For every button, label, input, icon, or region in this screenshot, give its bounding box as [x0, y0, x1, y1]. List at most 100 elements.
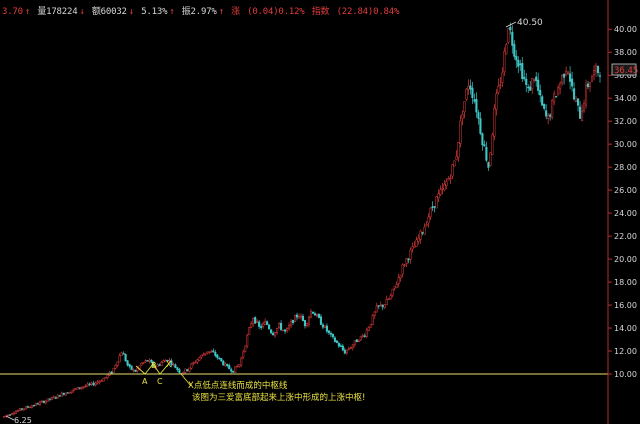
- candle-body: [321, 324, 324, 328]
- candle-body: [120, 352, 123, 357]
- candle-body: [112, 367, 115, 373]
- candle-body: [198, 357, 201, 361]
- candle-body: [218, 357, 221, 360]
- candle-body: [8, 414, 12, 416]
- high-annotation: 40.50: [505, 18, 543, 28]
- candle-body: [363, 335, 366, 337]
- candle-body: [475, 99, 478, 113]
- candle-body: [210, 351, 213, 353]
- candle-body: [469, 85, 472, 90]
- candle-body: [465, 88, 468, 100]
- candle-body: [228, 365, 231, 370]
- candle-body: [594, 65, 598, 72]
- candle-body: [479, 118, 482, 134]
- candle-body: [48, 398, 51, 400]
- candle-body: [423, 226, 426, 235]
- candle-body: [122, 353, 125, 355]
- candle-body: [529, 86, 532, 91]
- y-tick-label: 38.00: [614, 48, 637, 57]
- candle-body: [293, 315, 297, 323]
- candle-body: [559, 83, 562, 90]
- candle-body: [485, 146, 488, 161]
- candle-body: [126, 360, 129, 366]
- candle-body: [258, 321, 261, 327]
- candle-body: [72, 388, 75, 392]
- candle-body: [483, 144, 486, 147]
- candle-body: [441, 188, 444, 190]
- candle-body: [497, 85, 500, 93]
- candle-body: [82, 386, 85, 388]
- y-tick-label: 40.00: [614, 25, 637, 34]
- candle-body: [42, 400, 45, 403]
- candle-body: [246, 335, 249, 347]
- candle-body: [289, 320, 293, 326]
- candle-body: [200, 354, 203, 358]
- candle-body: [525, 78, 528, 85]
- y-axis: 10.00 12.00 14.00 16.00 18.00 20.00 22.00 24.00…: [608, 25, 637, 379]
- candle-body: [590, 76, 594, 82]
- candle-body: [44, 400, 47, 404]
- y-tick-label: 22.00: [614, 232, 637, 241]
- candle-body: [278, 323, 281, 328]
- candle-body: [230, 369, 233, 372]
- candle-body: [56, 394, 59, 398]
- candle-body: [208, 351, 211, 353]
- candle-body: [457, 141, 460, 158]
- candle-body: [387, 298, 390, 300]
- candle-body: [347, 348, 350, 350]
- candle-body: [162, 360, 165, 363]
- y-tick-label: 32.00: [614, 117, 637, 126]
- candle-body: [132, 369, 135, 371]
- candle-body: [521, 63, 524, 79]
- candle-body: [447, 178, 450, 181]
- candle-body: [357, 340, 360, 342]
- candle-body: [565, 70, 568, 75]
- candle-body: [160, 362, 163, 366]
- candle-body: [499, 84, 502, 86]
- candle-body: [202, 354, 205, 357]
- candle-body: [34, 403, 37, 406]
- candle-body: [345, 349, 348, 354]
- candle-body: [204, 353, 207, 355]
- candle-body: [184, 368, 187, 373]
- candle-body: [527, 86, 530, 89]
- rise-value: (0.04)0.12%: [247, 7, 305, 17]
- candle-body: [586, 83, 590, 87]
- candle-body: [36, 403, 39, 405]
- candle-body: [240, 357, 243, 366]
- candle-body: [252, 318, 255, 325]
- candle-body: [501, 72, 504, 83]
- candle-body: [305, 323, 309, 326]
- down-arrow-icon: ↓: [79, 7, 85, 17]
- candle-body: [116, 361, 119, 366]
- candle-body: [381, 304, 384, 308]
- candle-body: [592, 70, 596, 76]
- rise-label: 涨: [231, 7, 240, 17]
- candle-body: [76, 386, 79, 390]
- candle-body: [264, 321, 267, 325]
- candle-body: [140, 363, 143, 366]
- candle-body: [541, 96, 544, 106]
- candle-body: [50, 397, 53, 400]
- candle-body: [491, 134, 494, 155]
- y-tick-label: 18.00: [614, 278, 637, 287]
- candle-body: [220, 358, 223, 362]
- candle-body: [561, 74, 564, 84]
- last-price-label: 36.45: [614, 66, 638, 76]
- candle-body: [309, 311, 313, 318]
- candle-body: [110, 371, 113, 374]
- candle-body: [353, 340, 356, 345]
- candle-body: [409, 249, 412, 260]
- candle-body: [12, 412, 16, 415]
- candle-body: [471, 87, 474, 98]
- candle-body: [90, 382, 93, 385]
- candle-body: [379, 304, 382, 306]
- candle-body: [234, 366, 237, 373]
- candle-body: [339, 345, 342, 347]
- candle-body: [343, 349, 346, 354]
- candle-body: [359, 335, 362, 341]
- candle-body: [98, 380, 101, 383]
- candle-body: [250, 323, 253, 328]
- candle-body: [369, 323, 372, 328]
- candle-body: [130, 365, 133, 370]
